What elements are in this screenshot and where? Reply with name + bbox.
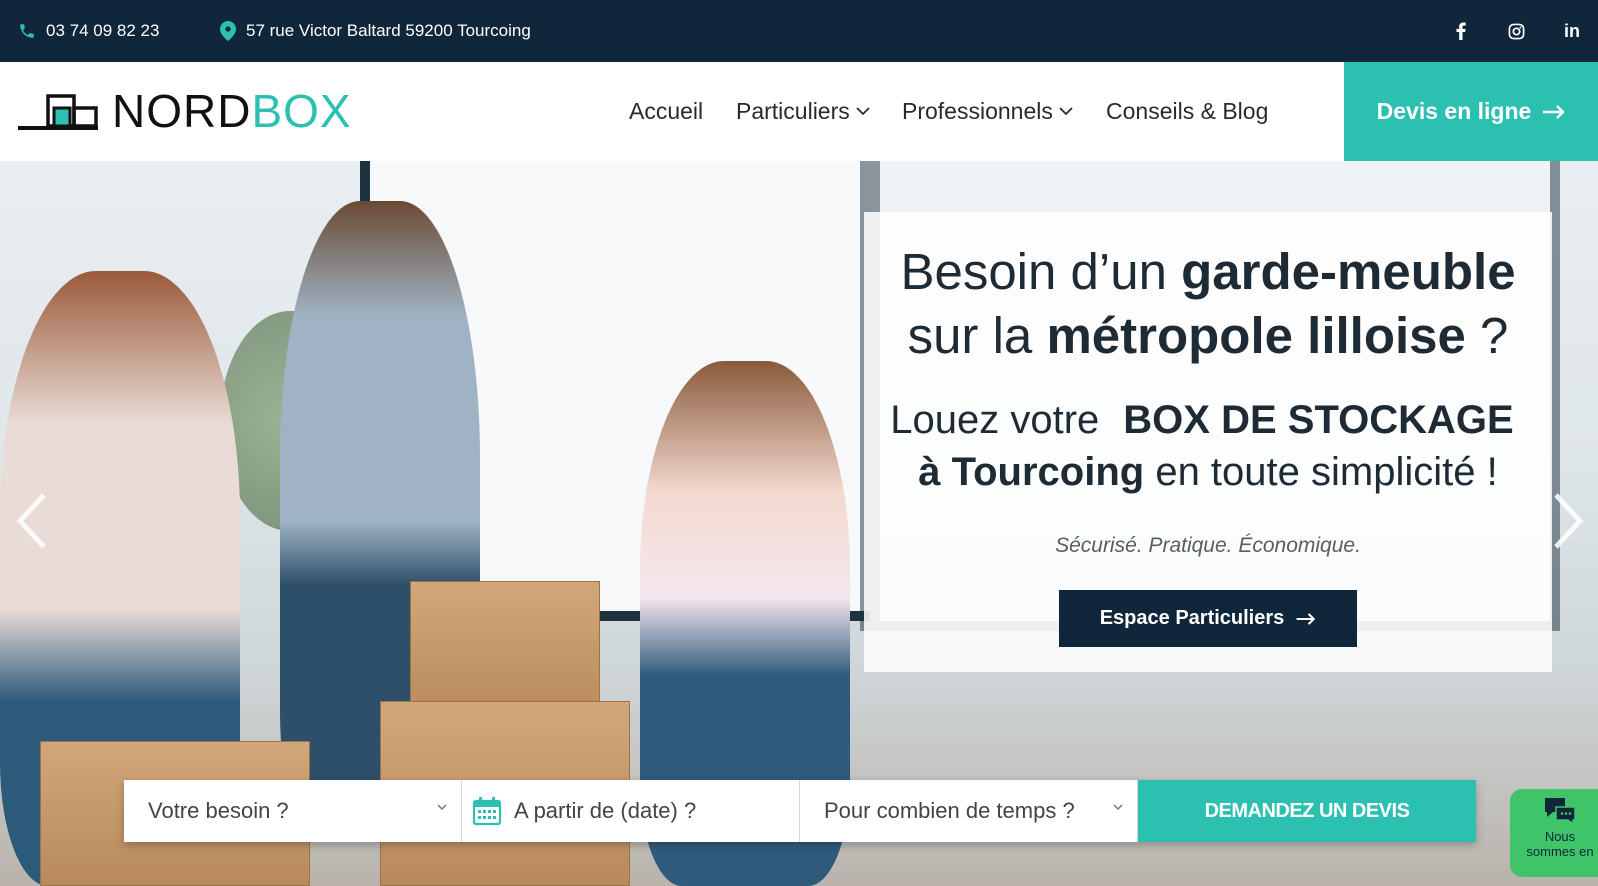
phone-icon — [20, 24, 34, 38]
nav-accueil[interactable]: Accueil — [629, 62, 703, 161]
nav-conseils-blog[interactable]: Conseils & Blog — [1106, 62, 1268, 161]
address-text: 57 rue Victor Baltard 59200 Tourcoing — [246, 21, 531, 40]
quote-search-bar: Votre besoin ? A partir de (date) ? Pour… — [124, 780, 1476, 842]
chat-widget[interactable]: Nous sommes en — [1510, 789, 1598, 877]
hero-subtitle-text: en toute simplicité ! — [1144, 450, 1498, 494]
calendar-icon — [472, 797, 502, 826]
instagram-icon — [1508, 23, 1524, 39]
hero-title-text: Besoin d’un — [900, 243, 1182, 300]
devis-button-label: Devis en ligne — [1376, 98, 1532, 124]
nav-professionnels-label: Professionnels — [902, 98, 1053, 124]
arrow-right-icon — [1296, 612, 1316, 625]
background-box — [410, 581, 600, 721]
arrow-right-icon — [1543, 104, 1566, 119]
demandez-devis-button[interactable]: DEMANDEZ UN DEVIS — [1138, 780, 1476, 842]
facebook-icon — [1456, 22, 1466, 40]
carousel-next-arrow[interactable] — [1548, 491, 1588, 551]
hero-subtitle-line1: Louez votre BOX DE STOCKAGE — [864, 394, 1552, 446]
hero-section: Besoin d’un garde-meuble sur la métropol… — [0, 161, 1598, 886]
nav-conseils-label: Conseils & Blog — [1106, 98, 1269, 124]
main-header: NORDBOX Accueil Particuliers Professionn… — [0, 62, 1598, 161]
chevron-down-icon — [1059, 107, 1073, 116]
logo-wordmark: NORDBOX — [112, 86, 352, 136]
nav-accueil-label: Accueil — [629, 98, 704, 124]
chat-label-line1: Nous — [1544, 829, 1576, 844]
nordbox-logo[interactable]: NORDBOX — [18, 86, 358, 136]
address-contact[interactable]: 57 rue Victor Baltard 59200 Tourcoing — [220, 0, 531, 62]
chat-bubbles-icon — [1545, 798, 1576, 825]
chevron-down-icon — [1113, 804, 1123, 811]
map-pin-icon — [220, 21, 236, 41]
chevron-down-icon — [856, 107, 870, 116]
hero-text-panel: Besoin d’un garde-meuble sur la métropol… — [864, 212, 1552, 672]
hero-title-text: sur la — [907, 307, 1047, 364]
logo-text-box: BOX — [251, 85, 352, 137]
hero-title-line2: sur la métropole lilloise ? — [864, 304, 1552, 368]
hero-subtitle-bold: à Tourcoing — [918, 450, 1145, 494]
chevron-down-icon — [437, 804, 447, 811]
demandez-devis-label: DEMANDEZ UN DEVIS — [1204, 799, 1410, 822]
hero-title-bold: métropole lilloise — [1046, 307, 1466, 364]
nav-particuliers-label: Particuliers — [736, 98, 850, 124]
devis-en-ligne-button[interactable]: Devis en ligne — [1344, 62, 1598, 161]
nav-particuliers[interactable]: Particuliers — [736, 62, 870, 161]
date-input-placeholder: A partir de (date) ? — [514, 798, 697, 823]
carousel-prev-arrow[interactable] — [12, 491, 52, 551]
top-bar: 03 74 09 82 23 57 rue Victor Baltard 592… — [0, 0, 1598, 62]
linkedin-icon: in — [1564, 20, 1580, 41]
linkedin-link[interactable]: in — [1557, 0, 1587, 62]
hero-tagline: Sécurisé. Pratique. Économique. — [1055, 534, 1361, 557]
phone-contact[interactable]: 03 74 09 82 23 — [18, 0, 159, 62]
hero-subtitle-text: Louez votre — [890, 398, 1100, 442]
espace-particuliers-button[interactable]: Espace Particuliers — [1059, 590, 1357, 647]
hero-subtitle-line2: à Tourcoing en toute simplicité ! — [864, 446, 1552, 498]
chat-label-line2: sommes en — [1526, 844, 1594, 859]
logo-text-nord: NORD — [112, 85, 252, 137]
logo-boxes-icon — [18, 94, 98, 130]
hero-title-bold: garde-meuble — [1181, 243, 1516, 300]
hero-title-text: ? — [1465, 307, 1509, 364]
need-select[interactable]: Votre besoin ? — [124, 780, 462, 842]
nav-professionnels[interactable]: Professionnels — [902, 62, 1073, 161]
need-select-value: Votre besoin ? — [148, 798, 289, 823]
highlighted-keyword: BOX DE STOCKAGE — [1111, 394, 1527, 446]
hero-title-line1: Besoin d’un garde-meuble — [864, 240, 1552, 304]
phone-number: 03 74 09 82 23 — [46, 21, 160, 40]
highlighted-keyword-text: BOX DE STOCKAGE — [1123, 398, 1514, 442]
duration-select-value: Pour combien de temps ? — [824, 798, 1075, 823]
duration-select[interactable]: Pour combien de temps ? — [800, 780, 1138, 842]
facebook-link[interactable] — [1446, 0, 1476, 62]
date-input[interactable]: A partir de (date) ? — [462, 780, 800, 842]
espace-button-label: Espace Particuliers — [1099, 607, 1285, 629]
instagram-link[interactable] — [1501, 0, 1531, 62]
